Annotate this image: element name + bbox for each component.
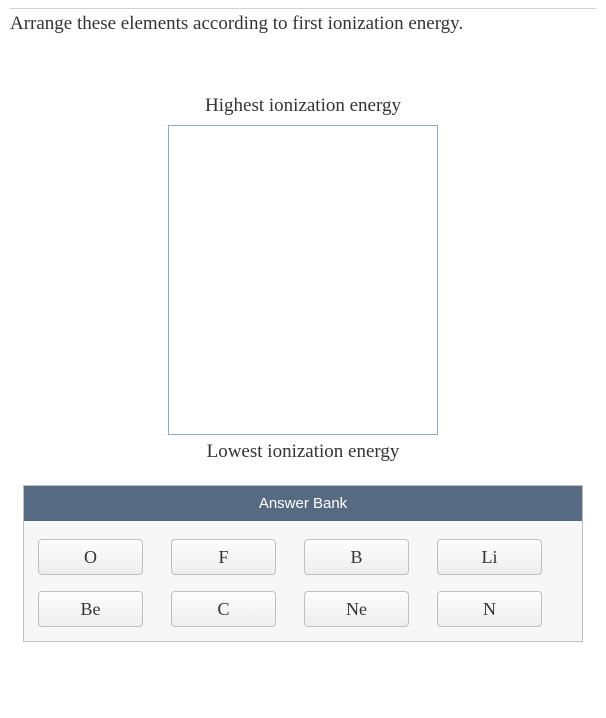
- element-tile[interactable]: O: [38, 539, 143, 575]
- answer-bank: Answer Bank O F B Li Be C Ne N: [23, 485, 583, 642]
- label-lowest: Lowest ionization energy: [207, 441, 400, 463]
- question-text: Arrange these elements according to firs…: [10, 8, 596, 35]
- element-tile[interactable]: Ne: [304, 591, 409, 627]
- element-tile[interactable]: F: [171, 539, 276, 575]
- element-tile[interactable]: Li: [437, 539, 542, 575]
- element-tile[interactable]: B: [304, 539, 409, 575]
- answer-bank-body: O F B Li Be C Ne N: [24, 521, 582, 641]
- drop-zone[interactable]: [168, 125, 438, 435]
- element-tile[interactable]: Be: [38, 591, 143, 627]
- answer-bank-header: Answer Bank: [24, 486, 582, 521]
- label-highest: Highest ionization energy: [205, 95, 401, 117]
- ranking-area: Highest ionization energy Lowest ionizat…: [10, 95, 596, 485]
- element-tile[interactable]: N: [437, 591, 542, 627]
- element-tile[interactable]: C: [171, 591, 276, 627]
